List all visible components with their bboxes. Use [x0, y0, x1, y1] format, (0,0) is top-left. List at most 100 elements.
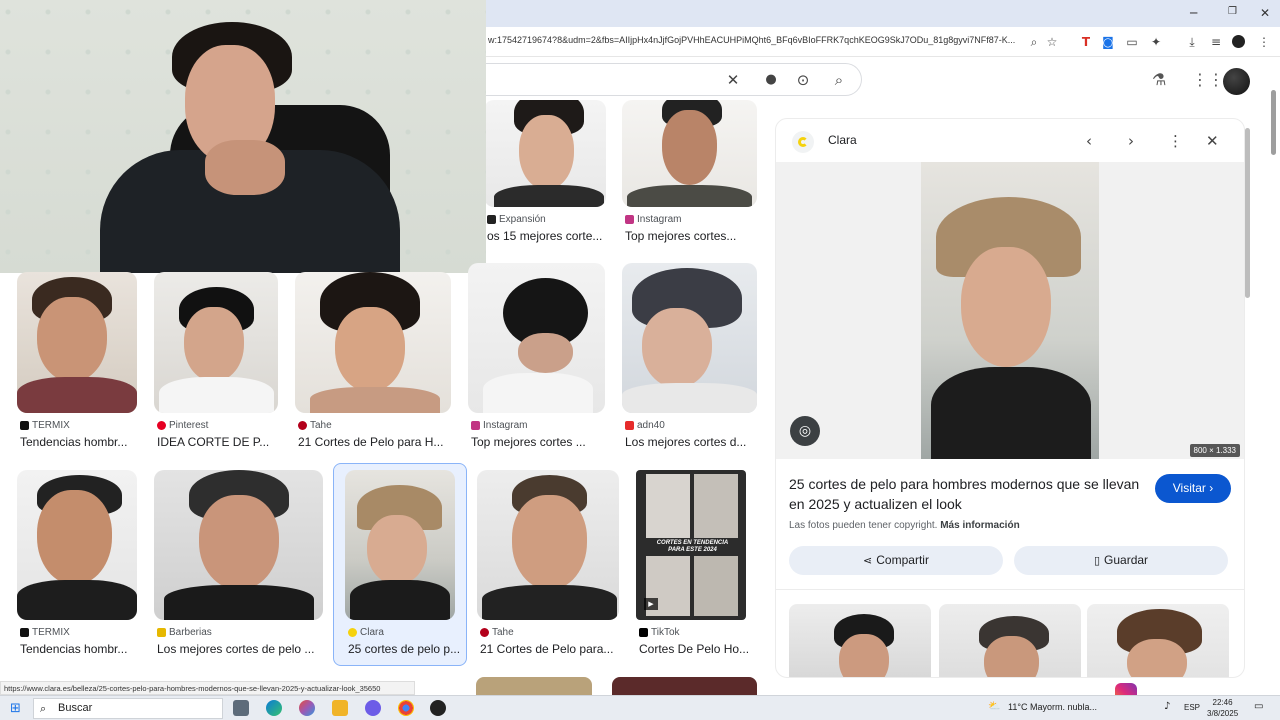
source-favicon [348, 628, 357, 637]
screen: ─ ❐ ✕ w:17542719674?8&udm=2&fbs=AIIjpHx4… [0, 0, 1280, 720]
chrome-icon[interactable] [398, 700, 414, 716]
language-indicator[interactable]: ESP [1184, 703, 1200, 712]
clock[interactable]: 22:46 3/8/2025 [1207, 697, 1238, 719]
result-image[interactable] [295, 272, 451, 413]
visit-button[interactable]: Visitar › [1155, 474, 1231, 503]
page-scrollbar[interactable] [1271, 90, 1276, 155]
restore-button[interactable]: ❐ [1228, 6, 1237, 17]
more-options-icon[interactable]: ⋮ [1168, 132, 1183, 150]
result-title[interactable]: 21 Cortes de Pelo para... [480, 642, 622, 656]
browser-menu-icon[interactable]: ⋮ [1256, 34, 1272, 50]
result-image[interactable]: CORTES EN TENDENCIA PARA ESTE 2024 ▶ [636, 470, 746, 620]
profile-avatar[interactable] [1232, 35, 1245, 48]
media-icon[interactable]: ≡ [1208, 34, 1224, 50]
panel-title[interactable]: 25 cortes de pelo para hombres modernos … [789, 474, 1144, 514]
shield-extension-icon[interactable]: ◙ [1100, 34, 1116, 50]
minimize-button[interactable]: ─ [1190, 6, 1197, 20]
source-favicon [639, 628, 648, 637]
result-title[interactable]: Top mejores cortes... [625, 229, 760, 243]
volume-icon[interactable]: ♪ [1164, 701, 1170, 712]
app-icon[interactable] [365, 700, 381, 716]
source-logo [792, 131, 814, 153]
visual-search-icon[interactable]: ◎ [790, 416, 820, 446]
panel-source-name[interactable]: Clara [828, 133, 857, 147]
download-icon[interactable]: ⤓ [1184, 34, 1200, 50]
result-title[interactable]: 21 Cortes de Pelo para H... [298, 435, 454, 449]
result-title[interactable]: Tendencias hombr... [20, 642, 140, 656]
taskbar-search[interactable]: ⌕ Buscar [33, 698, 223, 719]
source-label[interactable]: adn40 [637, 420, 665, 431]
result-title[interactable]: IDEA CORTE DE P... [157, 435, 281, 449]
result-image[interactable] [477, 470, 619, 620]
app-icon[interactable] [430, 700, 446, 716]
source-label[interactable]: Instagram [483, 420, 527, 431]
labs-flask-icon[interactable]: ⚗ [1152, 70, 1166, 89]
windows-start-icon[interactable]: ⊞ [10, 701, 21, 716]
source-label[interactable]: Instagram [637, 214, 681, 225]
preview-image[interactable] [921, 162, 1099, 459]
file-explorer-icon[interactable] [332, 700, 348, 716]
bookmark-star-icon[interactable]: ☆ [1044, 34, 1060, 50]
panel-scrollbar[interactable] [1245, 128, 1250, 298]
result-image[interactable] [17, 272, 137, 413]
extension-icon[interactable]: T [1078, 34, 1094, 50]
result-title[interactable]: Tendencias hombr... [20, 435, 140, 449]
voice-search-icon[interactable]: ● [762, 71, 780, 89]
result-image[interactable] [622, 100, 757, 207]
result-title[interactable]: Top mejores cortes ... [471, 435, 608, 449]
share-button[interactable]: ⋖ Compartir [789, 546, 1003, 575]
close-panel-icon[interactable]: ✕ [1206, 132, 1219, 150]
result-title[interactable]: 25 cortes de pelo p... [348, 642, 466, 656]
notifications-icon[interactable]: ▭ [1254, 701, 1263, 712]
apps-grid-icon[interactable]: ⋮⋮ [1192, 70, 1224, 89]
result-title[interactable]: Cortes De Pelo Ho... [639, 642, 757, 656]
cast-icon[interactable]: ▭ [1124, 34, 1140, 50]
source-label[interactable]: Clara [360, 627, 384, 638]
result-image[interactable] [484, 100, 606, 207]
search-icon[interactable]: ⌕ [830, 71, 848, 89]
weather-text[interactable]: 11°C Mayorm. nubla... [1008, 702, 1097, 712]
result-image[interactable] [612, 677, 757, 695]
previous-image-icon[interactable]: ‹ [1086, 132, 1092, 150]
related-image[interactable] [939, 604, 1081, 677]
edge-icon[interactable] [266, 700, 282, 716]
result-title[interactable]: os 15 mejores corte... [487, 229, 609, 243]
result-image[interactable] [622, 263, 757, 413]
source-label[interactable]: Expansión [499, 214, 546, 225]
result-image[interactable] [345, 470, 455, 620]
related-image[interactable] [789, 604, 931, 677]
source-label[interactable]: Tahe [492, 627, 514, 638]
source-label[interactable]: Tahe [310, 420, 332, 431]
result-image[interactable] [154, 272, 278, 413]
result-image[interactable] [468, 263, 605, 413]
more-info-link[interactable]: Más información [940, 520, 1019, 531]
search-box[interactable]: ✕ ● ⊙ ⌕ [486, 63, 862, 96]
result-image[interactable] [476, 677, 592, 695]
address-bar[interactable]: w:17542719674?8&udm=2&fbs=AIIjpHx4nJjfGo… [486, 27, 1280, 57]
source-label[interactable]: Barberias [169, 627, 212, 638]
task-view-icon[interactable] [233, 700, 249, 716]
close-window-button[interactable]: ✕ [1260, 6, 1270, 20]
image-dimensions: 800 × 1.333 [1189, 444, 1240, 457]
account-avatar[interactable] [1223, 68, 1250, 95]
zoom-icon[interactable]: ⌕ [1026, 34, 1042, 50]
url-text[interactable]: w:17542719674?8&udm=2&fbs=AIIjpHx4nJjfGo… [488, 35, 1015, 45]
clear-search-icon[interactable]: ✕ [724, 71, 742, 89]
source-label[interactable]: TERMIX [32, 420, 70, 431]
result-image[interactable] [17, 470, 137, 620]
extensions-puzzle-icon[interactable]: ✦ [1148, 34, 1164, 50]
related-image[interactable] [1087, 604, 1229, 677]
result-title[interactable]: Los mejores cortes d... [625, 435, 760, 449]
source-label[interactable]: TikTok [651, 627, 680, 638]
source-favicon [20, 628, 29, 637]
result-title[interactable]: Los mejores cortes de pelo ... [157, 642, 326, 656]
source-label[interactable]: TERMIX [32, 627, 70, 638]
source-label[interactable]: Pinterest [169, 420, 208, 431]
lens-search-icon[interactable]: ⊙ [794, 71, 812, 89]
next-image-icon[interactable]: › [1128, 132, 1134, 150]
panel-divider [776, 589, 1244, 590]
status-url: https://www.clara.es/belleza/25-cortes-p… [0, 681, 415, 695]
app-icon[interactable] [299, 700, 315, 716]
save-button[interactable]: ▯ Guardar [1014, 546, 1228, 575]
result-image[interactable] [154, 470, 323, 620]
